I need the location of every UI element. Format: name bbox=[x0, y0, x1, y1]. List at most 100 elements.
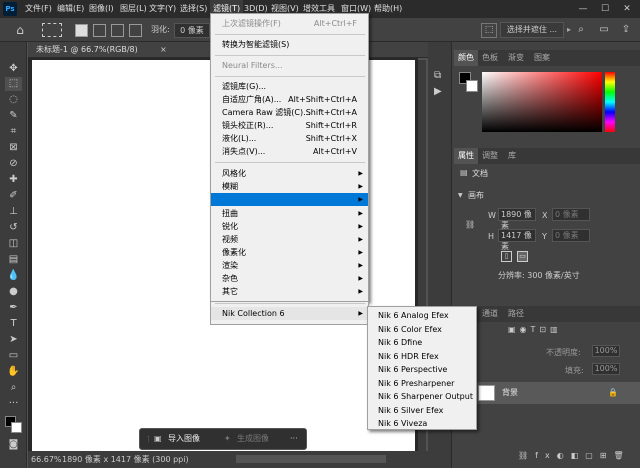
menu-type[interactable]: 文字(Y) bbox=[146, 0, 179, 18]
history-brush-tool-icon[interactable]: ↺ bbox=[5, 221, 22, 235]
actions-panel-icon[interactable]: ▶ bbox=[434, 86, 442, 97]
generate-image-button[interactable]: 生成图像 bbox=[237, 432, 269, 446]
feather-input[interactable]: 0 像素 bbox=[174, 23, 210, 38]
menu-filter-gallery[interactable]: 滤镜库(G)... bbox=[211, 80, 368, 93]
menu-lens-correction[interactable]: 镜头校正(R)... Shift+Ctrl+R bbox=[211, 119, 368, 132]
more-options-button[interactable]: ··· bbox=[290, 432, 298, 446]
move-tool-icon[interactable]: ✥ bbox=[5, 62, 22, 76]
maximize-icon[interactable]: ☐ bbox=[596, 0, 614, 18]
menu-blur[interactable]: 模糊 ▶ bbox=[211, 180, 368, 193]
layers-footer-icons[interactable]: ⛓fx◐◧▢⊞🗑 bbox=[518, 451, 631, 460]
fill-input[interactable]: 100% bbox=[592, 363, 620, 375]
generate-image-icon[interactable]: ✦ bbox=[224, 432, 231, 446]
layer-row[interactable]: 背景 🔒 bbox=[454, 382, 640, 404]
nik-analog-efex[interactable]: Nik 6 Analog Efex bbox=[368, 309, 476, 323]
add-selection-icon[interactable] bbox=[93, 24, 106, 37]
tab-color[interactable]: 颜色 bbox=[454, 50, 478, 66]
landscape-orientation-icon[interactable]: ▭ bbox=[517, 251, 528, 262]
menu-vanishing-point[interactable]: 消失点(V)... Alt+Ctrl+V bbox=[211, 145, 368, 158]
hand-tool-icon[interactable]: ✋ bbox=[5, 365, 22, 379]
tab-adjustments[interactable]: 调整 bbox=[478, 148, 502, 164]
nik-presharpener[interactable]: Nik 6 Presharpener bbox=[368, 377, 476, 391]
layer-name[interactable]: 背景 bbox=[502, 382, 518, 404]
tab-patterns[interactable]: 图案 bbox=[530, 50, 554, 66]
menu-select[interactable]: 选择(S) bbox=[177, 0, 210, 18]
tab-gradients[interactable]: 渐变 bbox=[504, 50, 528, 66]
tab-channels[interactable]: 通道 bbox=[478, 306, 502, 322]
menu-blur-gallery-highlighted[interactable]: ▶ bbox=[211, 193, 368, 206]
menu-edit[interactable]: 编辑(E) bbox=[54, 0, 87, 18]
history-panel-icon[interactable]: ⧉ bbox=[434, 70, 441, 81]
lock-icon[interactable]: 🔒 bbox=[608, 382, 618, 404]
menu-stylize[interactable]: 风格化 ▶ bbox=[211, 167, 368, 180]
close-icon[interactable]: ✕ bbox=[618, 0, 636, 18]
nik-silver-efex[interactable]: Nik 6 Silver Efex bbox=[368, 404, 476, 418]
menu-layer[interactable]: 图层(L) bbox=[117, 0, 150, 18]
new-selection-icon[interactable] bbox=[75, 24, 88, 37]
import-image-button[interactable]: 导入图像 bbox=[168, 432, 200, 446]
clone-stamp-tool-icon[interactable]: ⊥ bbox=[5, 205, 22, 219]
healing-tool-icon[interactable]: ✚ bbox=[5, 173, 22, 187]
blur-tool-icon[interactable]: 💧 bbox=[5, 269, 22, 283]
maximize-tiles-icon[interactable]: ⬚ bbox=[481, 23, 497, 38]
intersect-selection-icon[interactable] bbox=[129, 24, 142, 37]
share-icon[interactable]: ⇪ bbox=[618, 22, 634, 38]
menu-video[interactable]: 视频 ▶ bbox=[211, 233, 368, 246]
dodge-tool-icon[interactable]: ● bbox=[5, 285, 22, 299]
menu-sharpen[interactable]: 锐化 ▶ bbox=[211, 220, 368, 233]
zoom-tool-icon[interactable]: ⌕ bbox=[5, 381, 22, 395]
menu-camera-raw[interactable]: Camera Raw 滤镜(C)... Shift+Ctrl+A bbox=[211, 106, 368, 119]
link-dimensions-icon[interactable]: ⛓ bbox=[465, 220, 475, 229]
menu-noise[interactable]: 杂色 ▶ bbox=[211, 272, 368, 285]
more-tools-icon[interactable]: ··· bbox=[5, 397, 22, 411]
width-input[interactable]: 1890 像素 bbox=[498, 208, 536, 230]
minimize-icon[interactable]: — bbox=[574, 0, 592, 18]
nik-perspective[interactable]: Nik 6 Perspective bbox=[368, 363, 476, 377]
y-input[interactable]: 0 像素 bbox=[552, 229, 590, 242]
menu-help[interactable]: 帮助(H) bbox=[371, 0, 405, 18]
rectangle-tool-icon[interactable]: ▭ bbox=[5, 349, 22, 363]
lasso-tool-icon[interactable]: ◌ bbox=[5, 93, 22, 107]
menu-neural-filters[interactable]: Neural Filters... bbox=[211, 59, 368, 72]
close-document-icon[interactable]: × bbox=[160, 42, 167, 58]
home-icon[interactable]: ⌂ bbox=[12, 22, 28, 38]
nik-viveza[interactable]: Nik 6 Viveza bbox=[368, 417, 476, 431]
tab-paths[interactable]: 路径 bbox=[504, 306, 528, 322]
menu-last-filter[interactable]: 上次滤镜操作(F) Alt+Ctrl+F bbox=[211, 17, 368, 30]
menu-file[interactable]: 文件(F) bbox=[22, 0, 55, 18]
background-color-chip[interactable] bbox=[466, 80, 478, 92]
x-input[interactable]: 0 像素 bbox=[552, 208, 590, 221]
eyedropper-tool-icon[interactable]: ⊘ bbox=[5, 157, 22, 171]
path-select-tool-icon[interactable]: ➤ bbox=[5, 333, 22, 347]
menu-pixelate[interactable]: 像素化 ▶ bbox=[211, 246, 368, 259]
options-arrow-icon[interactable]: ▸ bbox=[567, 18, 571, 42]
nik-sharpener-output[interactable]: Nik 6 Sharpener Output bbox=[368, 390, 476, 404]
color-field[interactable] bbox=[482, 72, 602, 132]
select-and-mask-button[interactable]: 选择并遮住 ... bbox=[500, 22, 564, 38]
quick-select-tool-icon[interactable]: ✎ bbox=[5, 109, 22, 123]
gradient-tool-icon[interactable]: ▤ bbox=[5, 253, 22, 267]
layer-filter-icons[interactable]: ▣◉T⊡▥ bbox=[508, 325, 628, 339]
tab-swatches[interactable]: 色板 bbox=[478, 50, 502, 66]
workspace-icon[interactable]: ▭ bbox=[596, 22, 612, 38]
height-input[interactable]: 1417 像素 bbox=[498, 229, 536, 251]
tab-libraries[interactable]: 库 bbox=[504, 148, 520, 164]
background-color-swatch[interactable] bbox=[11, 422, 22, 433]
zoom-level[interactable]: 66.67% bbox=[31, 451, 62, 468]
menu-distort[interactable]: 扭曲 ▶ bbox=[211, 207, 368, 220]
collapse-canvas-icon[interactable]: ▼ bbox=[458, 192, 463, 199]
status-arrow-icon[interactable]: › bbox=[165, 451, 168, 468]
hue-slider[interactable] bbox=[605, 72, 615, 132]
menu-nik-collection[interactable]: Nik Collection 6 ▶ bbox=[211, 307, 368, 320]
pen-tool-icon[interactable]: ✒ bbox=[5, 301, 22, 315]
menu-image[interactable]: 图像(I) bbox=[86, 0, 117, 18]
nik-color-efex[interactable]: Nik 6 Color Efex bbox=[368, 323, 476, 337]
menu-render[interactable]: 渲染 ▶ bbox=[211, 259, 368, 272]
opacity-input[interactable]: 100% bbox=[592, 345, 620, 357]
nik-dfine[interactable]: Nik 6 Dfine bbox=[368, 336, 476, 350]
marquee-tool-icon[interactable]: ⬚ bbox=[5, 77, 22, 91]
tab-properties[interactable]: 属性 bbox=[454, 148, 478, 164]
nik-hdr-efex[interactable]: Nik 6 HDR Efex bbox=[368, 350, 476, 364]
subtract-selection-icon[interactable] bbox=[111, 24, 124, 37]
quick-mask-icon[interactable]: ◙ bbox=[5, 438, 22, 452]
